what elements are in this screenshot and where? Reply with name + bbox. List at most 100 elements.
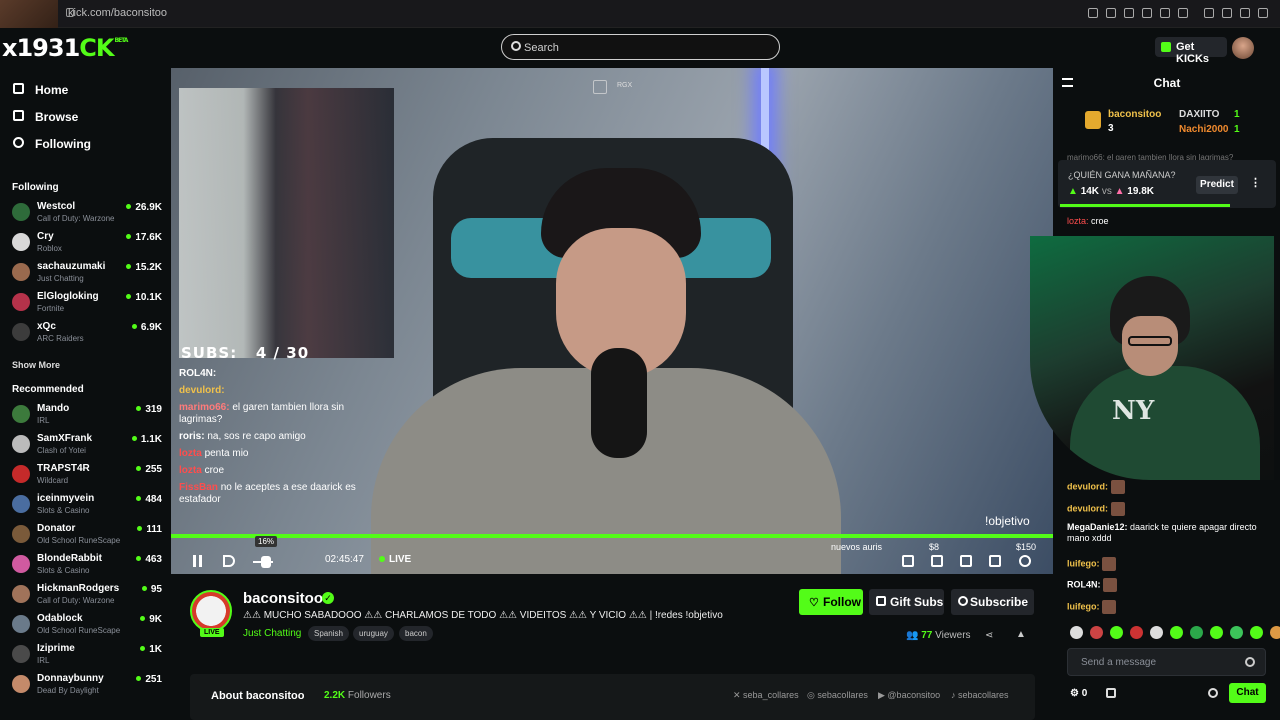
live-indicator[interactable]: LIVE — [379, 554, 411, 565]
emote-icon[interactable] — [1170, 626, 1183, 639]
video-player[interactable]: RGX SUBS: 4 / 30 ROL4N: devulord: marimo… — [171, 68, 1053, 574]
channel-item[interactable]: iceinmyvein Slots & Casino 484 — [12, 492, 162, 518]
bookmark-icon[interactable] — [1088, 8, 1098, 18]
channel-item[interactable]: BlondeRabbit Slots & Casino 463 — [12, 552, 162, 578]
gift-subs-button[interactable]: Gift Subs — [869, 589, 944, 615]
emote-icon[interactable] — [1250, 626, 1263, 639]
emote-icon — [1110, 502, 1125, 516]
extension-icon[interactable] — [1106, 8, 1116, 18]
emote-icon[interactable] — [1150, 626, 1163, 639]
emote-icon[interactable] — [1090, 626, 1103, 639]
channel-item[interactable]: Donator Old School RuneScape 111 — [12, 522, 162, 548]
volume-icon[interactable] — [223, 555, 235, 567]
heart-icon: ♡ — [809, 597, 819, 609]
emote-icon[interactable] — [1210, 626, 1223, 639]
download-icon[interactable] — [1240, 8, 1250, 18]
channel-name: TRAPST4R — [37, 463, 90, 474]
search-input[interactable]: Search — [501, 34, 780, 60]
address-bar[interactable]: kick.com/baconsitoo — [68, 7, 167, 19]
social-youtube[interactable]: ▶ @baconsitoo — [878, 690, 940, 701]
social-x[interactable]: ✕ seba_collares — [733, 690, 799, 701]
puzzle-icon[interactable] — [1204, 8, 1214, 18]
shield-icon[interactable] — [1124, 8, 1134, 18]
live-badge: LIVE — [200, 628, 224, 637]
leaderboard-name[interactable]: baconsitoo — [1108, 109, 1161, 120]
theater-icon[interactable] — [960, 555, 972, 567]
kick-logo[interactable]: x1931CKBETA — [2, 34, 128, 62]
stream-category[interactable]: Just Chatting — [243, 628, 301, 639]
emoji-icon[interactable] — [1245, 657, 1255, 667]
search-icon — [511, 41, 521, 51]
channel-category: Wildcard — [37, 476, 69, 485]
channel-avatar — [12, 645, 30, 663]
channel-item[interactable]: ElGlogloking Fortnite 10.1K — [12, 290, 162, 316]
nav-browse[interactable]: Browse — [12, 107, 78, 127]
channel-avatar — [12, 203, 30, 221]
gift-icon[interactable] — [1106, 688, 1116, 698]
emote-icon[interactable] — [1110, 626, 1123, 639]
channel-item[interactable]: Cry Roblox 17.6K — [12, 230, 162, 256]
nav-following[interactable]: Following — [12, 134, 91, 154]
social-tiktok[interactable]: ♪ sebacollares — [951, 690, 1009, 700]
chat-settings-icon[interactable] — [1208, 688, 1218, 698]
channel-item[interactable]: HickmanRodgers Call of Duty: Warzone 95 — [12, 582, 162, 608]
share-icon[interactable] — [1222, 8, 1232, 18]
channel-name: Donnaybunny — [37, 673, 104, 684]
send-chat-button[interactable]: Chat — [1229, 683, 1266, 703]
browser-toolbar: kick.com/baconsitoo — [0, 0, 1280, 28]
more-options-icon[interactable]: ⋮ — [1250, 176, 1261, 189]
nav-home[interactable]: Home — [12, 80, 68, 100]
channel-category: Just Chatting — [37, 274, 84, 283]
viewer-count: 17.6K — [126, 232, 162, 243]
menu-icon[interactable] — [1258, 8, 1268, 18]
emote-icon — [1102, 557, 1117, 571]
channel-points[interactable]: ⚙ 0 — [1070, 688, 1087, 699]
viewer-count: 251 — [136, 674, 162, 685]
heart-icon[interactable] — [1178, 8, 1188, 18]
channel-item[interactable]: Iziprime IRL 1K — [12, 642, 162, 668]
leaderboard-name[interactable]: Nachi2000 — [1179, 124, 1228, 135]
emote-icon[interactable] — [1190, 626, 1203, 639]
emote-icon[interactable] — [1070, 626, 1083, 639]
follow-button[interactable]: ♡ Follow — [799, 589, 863, 615]
emote-icon[interactable] — [1230, 626, 1243, 639]
play-icon[interactable] — [1160, 8, 1170, 18]
clip-icon[interactable] — [931, 555, 943, 567]
channel-item[interactable]: SamXFrank Clash of Yotei 1.1K — [12, 432, 162, 458]
emote-icon[interactable] — [1270, 626, 1280, 639]
channel-name[interactable]: baconsitoo — [243, 590, 323, 607]
fullscreen-icon[interactable] — [989, 555, 1001, 567]
pause-icon[interactable] — [193, 555, 202, 567]
volume-handle[interactable] — [261, 556, 271, 568]
subscribe-button[interactable]: Subscribe — [951, 589, 1034, 615]
channel-category: Slots & Casino — [37, 566, 90, 575]
channel-item[interactable]: xQc ARC Raiders 6.9K — [12, 320, 162, 346]
channel-item[interactable]: Mando IRL 319 — [12, 402, 162, 428]
user-avatar[interactable] — [1232, 37, 1254, 59]
channel-name: xQc — [37, 321, 56, 332]
social-instagram[interactable]: ◎ sebacollares — [807, 690, 868, 701]
tag-country[interactable]: uruguay — [353, 626, 394, 641]
predict-button[interactable]: Predict — [1196, 176, 1238, 194]
viewer-count: 463 — [136, 554, 162, 565]
channel-category: IRL — [37, 656, 50, 665]
emote-icon[interactable] — [1130, 626, 1143, 639]
tag-language[interactable]: Spanish — [308, 626, 349, 641]
channel-item[interactable]: Odablock Old School RuneScape 9K — [12, 612, 162, 638]
channel-item[interactable]: Westcol Call of Duty: Warzone 26.9K — [12, 200, 162, 226]
share-icon[interactable]: ⋖ — [985, 630, 993, 641]
pip-icon[interactable] — [902, 555, 914, 567]
chat-input[interactable]: Send a message — [1067, 648, 1266, 676]
channel-item[interactable]: Donnaybunny Dead By Daylight 251 — [12, 672, 162, 698]
report-icon[interactable]: ▲ — [1016, 629, 1026, 640]
settings-icon[interactable] — [1019, 555, 1031, 567]
channel-item[interactable]: sachauzumaki Just Chatting 15.2K — [12, 260, 162, 286]
tag-bacon[interactable]: bacon — [399, 626, 433, 641]
leaderboard-name[interactable]: DAXIITO — [1179, 109, 1219, 120]
get-kicks-button[interactable]: Get KICKs — [1155, 37, 1227, 65]
channel-avatar[interactable]: LIVE — [190, 590, 232, 637]
show-more-link[interactable]: Show More — [12, 360, 60, 370]
channel-item[interactable]: TRAPST4R Wildcard 255 — [12, 462, 162, 488]
extension-icon[interactable] — [1142, 8, 1152, 18]
channel-name: HickmanRodgers — [37, 583, 120, 594]
